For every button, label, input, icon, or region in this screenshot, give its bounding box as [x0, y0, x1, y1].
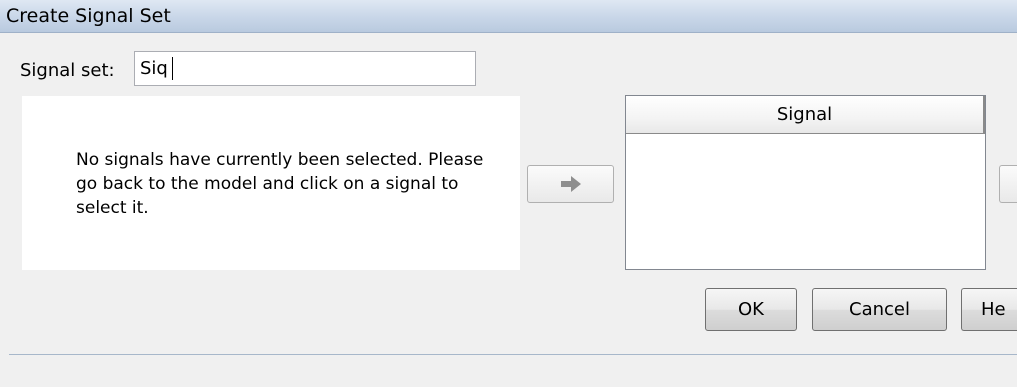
signal-set-label: Signal set: [20, 60, 115, 81]
help-button[interactable]: He [961, 288, 1017, 331]
right-arrow-icon [560, 176, 581, 192]
remove-signal-button[interactable] [999, 165, 1017, 203]
title-bar[interactable]: Create Signal Set [0, 0, 1017, 33]
add-signal-button[interactable] [527, 165, 614, 203]
signal-column-header[interactable]: Signal [626, 96, 985, 134]
status-bar [9, 355, 1017, 387]
no-signals-message: No signals have currently been selected.… [76, 150, 484, 218]
signal-set-input[interactable] [134, 51, 476, 86]
text-caret [172, 57, 173, 80]
window-frame-left [0, 33, 9, 355]
ok-button[interactable]: OK [705, 288, 797, 331]
signal-list[interactable]: Signal [625, 95, 986, 270]
no-signals-message-panel: No signals have currently been selected.… [22, 96, 520, 270]
window-title: Create Signal Set [6, 5, 171, 27]
cancel-button[interactable]: Cancel [812, 288, 947, 331]
